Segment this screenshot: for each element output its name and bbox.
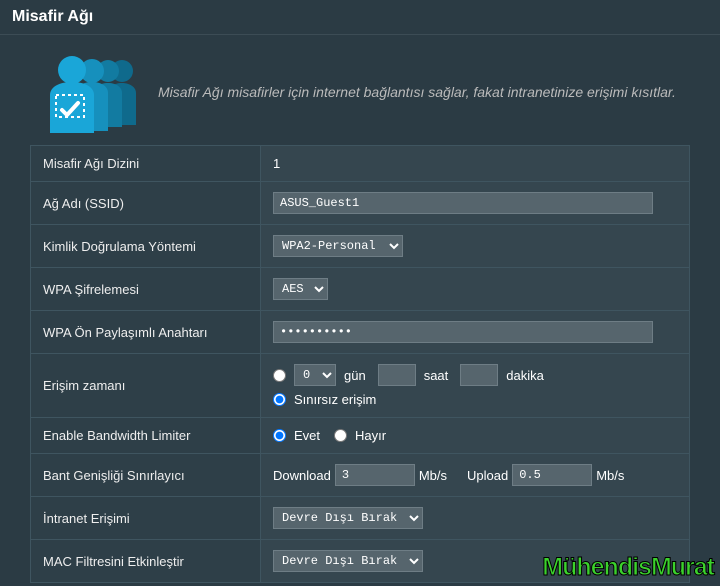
bw-limiter-yes-label: Evet — [294, 428, 320, 443]
access-time-unlimited-radio[interactable] — [273, 393, 286, 406]
download-input[interactable] — [335, 464, 415, 486]
row-label-bw-limiter: Enable Bandwidth Limiter — [31, 418, 261, 454]
row-label-intranet: İntranet Erişimi — [31, 497, 261, 540]
row-label-encryption: WPA Şifrelemesi — [31, 268, 261, 311]
encryption-select[interactable]: AES — [273, 278, 328, 300]
day-unit-label: gün — [344, 368, 366, 383]
mac-filter-select[interactable]: Devre Dışı Bırak — [273, 550, 423, 572]
row-label-access-time: Erişim zamanı — [31, 354, 261, 418]
intranet-access-select[interactable]: Devre Dışı Bırak — [273, 507, 423, 529]
download-unit: Mb/s — [419, 468, 447, 483]
access-time-limited-radio[interactable] — [273, 369, 286, 382]
row-value-index: 1 — [261, 146, 690, 182]
guest-network-icon — [30, 53, 140, 133]
upload-unit: Mb/s — [596, 468, 624, 483]
header: Misafir Ağı misafirler için internet bağ… — [0, 35, 720, 145]
row-label-bw-limits: Bant Genişliği Sınırlayıcı — [31, 454, 261, 497]
bw-limiter-no-label: Hayır — [355, 428, 386, 443]
upload-label: Upload — [467, 468, 508, 483]
row-label-index: Misafir Ağı Dizini — [31, 146, 261, 182]
page-title: Misafir Ağı — [0, 0, 720, 35]
row-label-ssid: Ağ Adı (SSID) — [31, 182, 261, 225]
access-time-day-select[interactable]: 0 — [294, 364, 336, 386]
unlimited-label: Sınırsız erişim — [294, 392, 376, 407]
settings-table: Misafir Ağı Dizini 1 Ağ Adı (SSID) Kimli… — [30, 145, 690, 583]
minute-unit-label: dakika — [506, 368, 544, 383]
access-time-hour-input[interactable] — [378, 364, 416, 386]
row-label-psk: WPA Ön Paylaşımlı Anahtarı — [31, 311, 261, 354]
access-time-minute-input[interactable] — [460, 364, 498, 386]
bw-limiter-no-radio[interactable] — [334, 429, 347, 442]
auth-method-select[interactable]: WPA2-Personal — [273, 235, 403, 257]
header-description: Misafir Ağı misafirler için internet bağ… — [158, 83, 676, 103]
psk-input[interactable] — [273, 321, 653, 343]
row-label-macfilter: MAC Filtresini Etkinleştir — [31, 540, 261, 583]
row-label-auth: Kimlik Doğrulama Yöntemi — [31, 225, 261, 268]
download-label: Download — [273, 468, 331, 483]
upload-input[interactable] — [512, 464, 592, 486]
ssid-input[interactable] — [273, 192, 653, 214]
bw-limiter-yes-radio[interactable] — [273, 429, 286, 442]
hour-unit-label: saat — [424, 368, 449, 383]
